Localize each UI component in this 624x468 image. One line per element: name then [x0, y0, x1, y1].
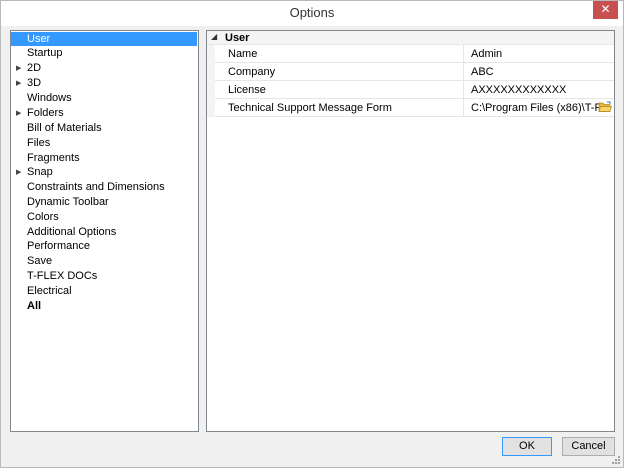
property-group-label: User — [225, 32, 250, 44]
tree-item-label: Electrical — [27, 285, 72, 297]
tree-item-label: All — [27, 300, 42, 312]
options-dialog: Options ✕ User Startup ▶ 2D ▶ 3D Windows… — [0, 0, 624, 468]
open-folder-icon[interactable] — [598, 101, 612, 113]
tree-item-performance[interactable]: Performance — [11, 239, 197, 253]
tree-item-electrical[interactable]: Electrical — [11, 284, 197, 298]
tree-item-windows[interactable]: Windows — [11, 91, 197, 105]
resize-grip-icon[interactable] — [611, 455, 621, 465]
tree-item-label: T-FLEX DOCs — [27, 270, 98, 282]
property-value-name[interactable]: Admin — [471, 48, 607, 60]
tree-item-label: Performance — [27, 240, 90, 252]
category-tree[interactable]: User Startup ▶ 2D ▶ 3D Windows ▶ Folders… — [10, 30, 199, 432]
tree-item-additional-options[interactable]: Additional Options — [11, 225, 197, 239]
tree-item-label: Windows — [27, 92, 72, 104]
property-row-company[interactable]: Company ABC — [215, 63, 614, 81]
cancel-button[interactable]: Cancel — [562, 437, 615, 456]
collapse-arrow-icon[interactable]: ◢ — [211, 32, 217, 41]
column-divider — [463, 81, 464, 99]
column-divider — [463, 63, 464, 81]
tree-item-label: Save — [27, 255, 53, 267]
tree-item-label: Startup — [27, 47, 63, 59]
tree-item-folders[interactable]: ▶ Folders — [11, 106, 197, 120]
property-value-license[interactable]: AXXXXXXXXXXXX — [471, 84, 607, 96]
property-grid[interactable]: ◢ User Name Admin Company ABC License AX… — [206, 30, 615, 432]
property-row-technical-support-form[interactable]: Technical Support Message Form C:\Progra… — [215, 99, 614, 117]
property-name: Company — [228, 66, 276, 78]
tree-item-constraints-and-dimensions[interactable]: Constraints and Dimensions — [11, 180, 197, 194]
column-divider — [463, 45, 464, 63]
property-gutter — [207, 45, 215, 117]
property-group-user[interactable]: ◢ User — [207, 31, 614, 45]
close-button[interactable]: ✕ — [593, 1, 618, 19]
property-value-company[interactable]: ABC — [471, 66, 607, 78]
tree-item-label: 2D — [27, 62, 42, 74]
tree-item-dynamic-toolbar[interactable]: Dynamic Toolbar — [11, 195, 197, 209]
tree-item-user[interactable]: User — [11, 32, 197, 46]
tree-item-label: Colors — [27, 211, 59, 223]
expand-arrow-icon[interactable]: ▶ — [16, 76, 24, 90]
tree-item-all[interactable]: All — [11, 299, 197, 313]
expand-arrow-icon[interactable]: ▶ — [16, 165, 24, 179]
close-icon: ✕ — [600, 2, 611, 16]
tree-item-label: Additional Options — [27, 226, 117, 238]
window-title: Options — [289, 5, 335, 20]
tree-item-3d[interactable]: ▶ 3D — [11, 76, 197, 90]
tree-item-label: Files — [27, 137, 51, 149]
property-row-license[interactable]: License AXXXXXXXXXXXX — [215, 81, 614, 99]
property-name: Name — [228, 48, 258, 60]
expand-arrow-icon[interactable]: ▶ — [16, 106, 24, 120]
tree-item-label: Bill of Materials — [27, 122, 102, 134]
property-name: Technical Support Message Form — [228, 102, 392, 114]
expand-arrow-icon[interactable]: ▶ — [16, 61, 24, 75]
tree-item-label: Snap — [27, 166, 53, 178]
tree-item-label: Dynamic Toolbar — [27, 196, 109, 208]
ok-button[interactable]: OK — [502, 437, 552, 456]
property-value-technical-support-form[interactable]: C:\Program Files (x86)\T-FLEX P — [471, 102, 607, 114]
column-divider — [463, 99, 464, 117]
property-row-name[interactable]: Name Admin — [215, 45, 614, 63]
tree-item-label: Constraints and Dimensions — [27, 181, 165, 193]
tree-item-2d[interactable]: ▶ 2D — [11, 61, 197, 75]
tree-item-label: User — [27, 33, 51, 45]
tree-item-snap[interactable]: ▶ Snap — [11, 165, 197, 179]
tree-item-startup[interactable]: Startup — [11, 46, 197, 60]
tree-item-label: Fragments — [27, 152, 80, 164]
tree-item-save[interactable]: Save — [11, 254, 197, 268]
tree-item-files[interactable]: Files — [11, 136, 197, 150]
property-name: License — [228, 84, 266, 96]
tree-item-t-flex-docs[interactable]: T-FLEX DOCs — [11, 269, 197, 283]
tree-item-colors[interactable]: Colors — [11, 210, 197, 224]
tree-item-label: Folders — [27, 107, 64, 119]
title-bar[interactable]: Options ✕ — [1, 1, 623, 26]
tree-item-label: 3D — [27, 77, 42, 89]
tree-item-bill-of-materials[interactable]: Bill of Materials — [11, 121, 197, 135]
tree-item-fragments[interactable]: Fragments — [11, 151, 197, 165]
